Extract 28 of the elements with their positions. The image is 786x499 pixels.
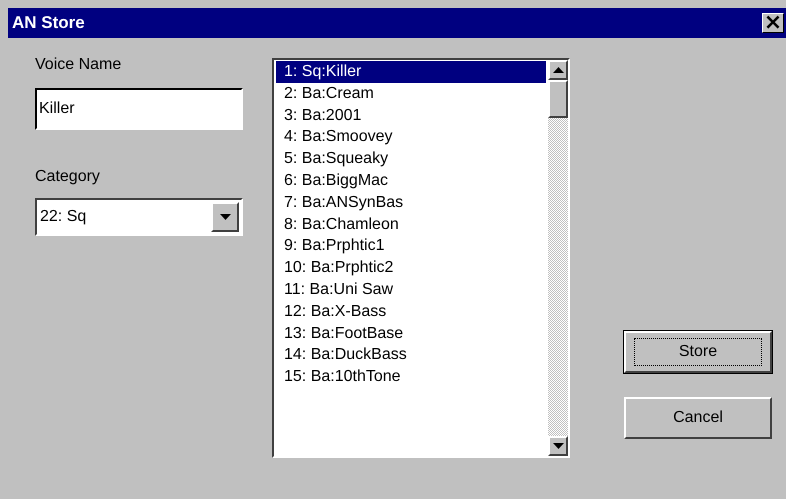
scrollbar[interactable] [548, 60, 568, 456]
voice-name-label: Voice Name [35, 56, 122, 74]
list-item[interactable]: 6: Ba:BiggMac [276, 170, 546, 192]
scroll-thumb[interactable] [548, 80, 568, 118]
cancel-button[interactable]: Cancel [624, 397, 772, 439]
list-item[interactable]: 15: Ba:10thTone [276, 366, 546, 388]
list-item[interactable]: 13: Ba:FootBase [276, 322, 546, 344]
list-item[interactable]: 12: Ba:X-Bass [276, 300, 546, 323]
category-dropdown[interactable]: 22: Sq [35, 198, 243, 236]
list-item[interactable]: 4: Ba:Smoovey [276, 126, 546, 148]
list-item[interactable]: 14: Ba:DuckBass [276, 344, 546, 366]
list-item[interactable]: 7: Ba:ANSynBas [276, 192, 546, 214]
window-title: AN Store [12, 13, 85, 33]
voice-name-field[interactable]: Killer [35, 88, 243, 130]
voice-list[interactable] [272, 58, 570, 458]
close-button[interactable]: × [762, 13, 784, 33]
scroll-down-icon[interactable] [548, 436, 568, 456]
list-item[interactable]: 11: Ba:Uni Saw [276, 278, 546, 301]
list-item[interactable]: 10: Ba:Prphtic2 [276, 257, 546, 279]
list-item[interactable]: 3: Ba:2001 [276, 104, 546, 126]
store-button[interactable]: Store [624, 331, 772, 373]
scroll-up-icon[interactable] [548, 60, 568, 80]
list-item[interactable]: 1: Sq:Killer [276, 61, 546, 83]
list-item[interactable]: 2: Ba:Cream [276, 82, 546, 105]
list-item[interactable]: 9: Ba:Prphtic1 [276, 235, 546, 258]
category-label: Category [35, 168, 101, 186]
list-item[interactable]: 8: Ba:Chamleon [276, 214, 546, 236]
list-item[interactable]: 5: Ba:Squeaky [276, 148, 546, 170]
